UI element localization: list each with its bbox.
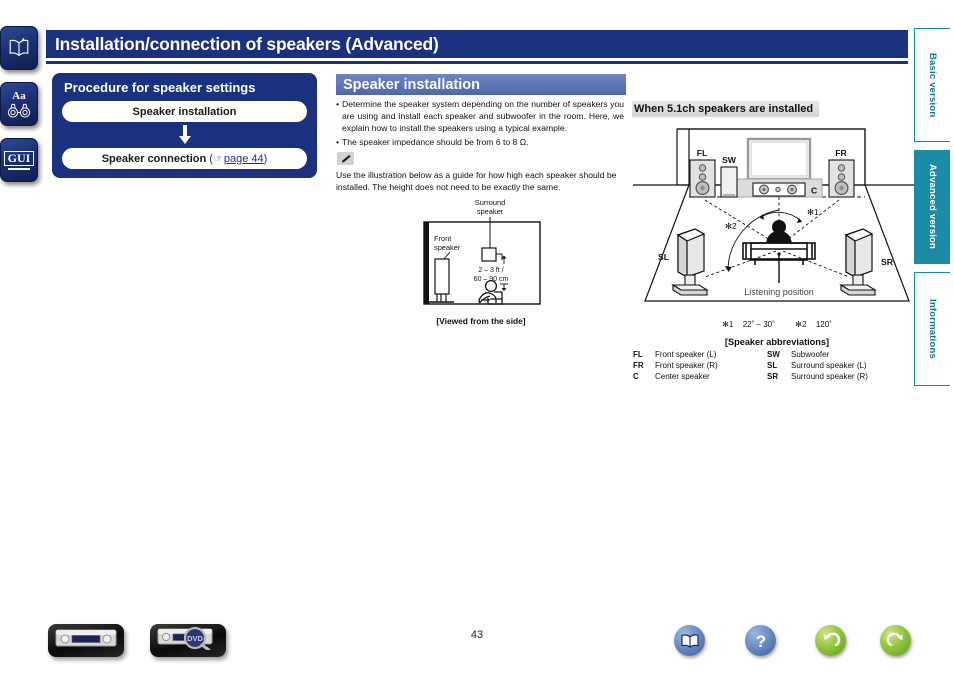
receiver-zoom-icon: DVD bbox=[157, 626, 219, 655]
tab-basic-version[interactable]: Basic version bbox=[914, 28, 950, 142]
label-sr: SR bbox=[881, 257, 894, 267]
note-text: Use the illustration below as a guide fo… bbox=[336, 170, 617, 193]
label-fr: FR bbox=[835, 148, 847, 158]
font-size-icon-button[interactable]: Aa bbox=[0, 82, 38, 126]
svg-text:?: ? bbox=[755, 632, 765, 651]
abbr-value: Front speaker (L) bbox=[655, 350, 717, 359]
pointing-hand-icon: ☞ bbox=[213, 153, 223, 165]
speaker-abbreviations-title: [Speaker abbreviations] bbox=[724, 337, 830, 347]
receiver-zoom-icon-button[interactable]: DVD bbox=[150, 624, 226, 657]
abbr-key: SR bbox=[767, 372, 779, 381]
label-c: C bbox=[811, 186, 817, 196]
forward-arrow-icon bbox=[886, 631, 906, 651]
procedure-arrow bbox=[62, 125, 307, 145]
abbr-value: Center speaker bbox=[655, 372, 710, 381]
label-fl: FL bbox=[697, 148, 708, 158]
star1-mark: ✻1 bbox=[722, 320, 734, 329]
book-icon-button[interactable] bbox=[0, 26, 38, 70]
manual-page: Aa GUI Installation/connection of speake… bbox=[0, 0, 954, 675]
label-sl: SL bbox=[658, 252, 669, 262]
surround-speaker-label-l1: Surround bbox=[475, 198, 505, 207]
front-speaker-label-l2: speaker bbox=[434, 243, 461, 252]
procedure-step1-label: Speaker installation bbox=[132, 105, 237, 118]
side-view-caption: [Viewed from the side] bbox=[436, 316, 526, 326]
tab-informations[interactable]: Informations bbox=[914, 272, 950, 386]
speaker-installation-body: • Determine the speaker system depending… bbox=[336, 98, 624, 148]
version-tabs: Basic version Advanced version Informati… bbox=[914, 28, 950, 386]
receiver-front-icon bbox=[55, 628, 117, 653]
annotation-star1: ✻1 bbox=[807, 207, 819, 217]
footer-help-icon-button[interactable]: ? bbox=[745, 625, 776, 656]
question-icon: ? bbox=[752, 631, 770, 651]
tab-basic-version-label: Basic version bbox=[927, 52, 938, 118]
book-icon bbox=[680, 633, 700, 649]
star2-mark: ✻2 bbox=[795, 320, 807, 329]
side-view-diagram: Surround speaker 2 – 3 ft / 60 – 90 cm F… bbox=[418, 196, 544, 324]
title-underline bbox=[46, 61, 908, 64]
svg-text:DVD: DVD bbox=[187, 634, 203, 643]
tab-advanced-version[interactable]: Advanced version bbox=[914, 150, 950, 264]
procedure-page-link[interactable]: page 44 bbox=[224, 153, 264, 165]
left-icon-rail: Aa GUI bbox=[0, 26, 40, 182]
abbr-value: Front speaker (R) bbox=[655, 361, 718, 370]
abbr-key: FL bbox=[633, 350, 643, 359]
pencil-icon bbox=[337, 152, 354, 165]
label-sw: SW bbox=[722, 155, 737, 165]
back-arrow-icon bbox=[821, 631, 841, 651]
abbr-key: FR bbox=[633, 361, 644, 370]
bullet-text-2: The speaker impedance should be from 6 t… bbox=[342, 136, 529, 147]
book-icon bbox=[8, 38, 30, 58]
tab-informations-label: Informations bbox=[927, 299, 938, 359]
gui-icon-button[interactable]: GUI bbox=[0, 138, 38, 182]
procedure-step2-label: Speaker connection bbox=[101, 152, 207, 165]
procedure-box: Procedure for speaker settings Speaker i… bbox=[52, 73, 317, 178]
abbr-value: Surround speaker (L) bbox=[791, 361, 867, 370]
page-number: 43 bbox=[470, 629, 484, 641]
aa-label: Aa bbox=[12, 89, 26, 102]
room-diagram-51ch: C FL FR SW Listening position ✻1 ✻2 SL S… bbox=[633, 125, 921, 310]
bullet-text-1: Determine the speaker system depending o… bbox=[342, 99, 624, 134]
receiver-front-icon-button[interactable] bbox=[48, 624, 124, 657]
tab-advanced-version-label: Advanced version bbox=[927, 164, 938, 250]
abbr-key: SW bbox=[767, 350, 780, 359]
gui-base-line bbox=[7, 167, 30, 170]
abbr-key: SL bbox=[767, 361, 778, 370]
angle-values-line: ✻1 22˚ – 30˚ ✻2 120˚ bbox=[633, 320, 921, 329]
footer-forward-icon-button[interactable] bbox=[880, 625, 911, 656]
height-label-l1: 2 – 3 ft / bbox=[478, 267, 503, 274]
page-title-bar: Installation/connection of speakers (Adv… bbox=[46, 30, 908, 58]
gui-label: GUI bbox=[3, 150, 35, 166]
procedure-step-speaker-installation[interactable]: Speaker installation bbox=[62, 101, 307, 122]
abbr-value: Subwoofer bbox=[791, 350, 830, 359]
heading-51ch: When 5.1ch speakers are installed bbox=[632, 101, 820, 117]
abbr-key: C bbox=[633, 372, 639, 381]
procedure-step-speaker-connection[interactable]: Speaker connection (☞page 44) bbox=[62, 148, 307, 169]
star2-value: 120˚ bbox=[815, 320, 832, 329]
paren-open: ( bbox=[209, 152, 213, 165]
binoculars-icon bbox=[7, 103, 31, 118]
annotation-star2: ✻2 bbox=[725, 221, 737, 231]
speaker-abbreviations-table: FL Front speaker (L) SW Subwoofer FR Fro… bbox=[633, 350, 923, 381]
section-header-speaker-installation: Speaker installation bbox=[336, 74, 626, 95]
section-title: Speaker installation bbox=[343, 76, 480, 93]
page-title: Installation/connection of speakers (Adv… bbox=[55, 33, 439, 54]
footer-book-icon-button[interactable] bbox=[674, 625, 705, 656]
star1-value: 22˚ – 30˚ bbox=[742, 320, 775, 329]
bullet-dot: • bbox=[336, 99, 340, 109]
bullet-dot: • bbox=[336, 136, 340, 147]
front-speaker-label-l1: Front bbox=[434, 234, 451, 243]
label-listening-position: Listening position bbox=[744, 287, 814, 297]
surround-speaker-label-l2: speaker bbox=[477, 207, 504, 216]
abbr-value: Surround speaker (R) bbox=[791, 372, 868, 381]
paren-close: ) bbox=[263, 152, 268, 165]
procedure-title: Procedure for speaker settings bbox=[64, 80, 256, 95]
footer-back-icon-button[interactable] bbox=[815, 625, 846, 656]
